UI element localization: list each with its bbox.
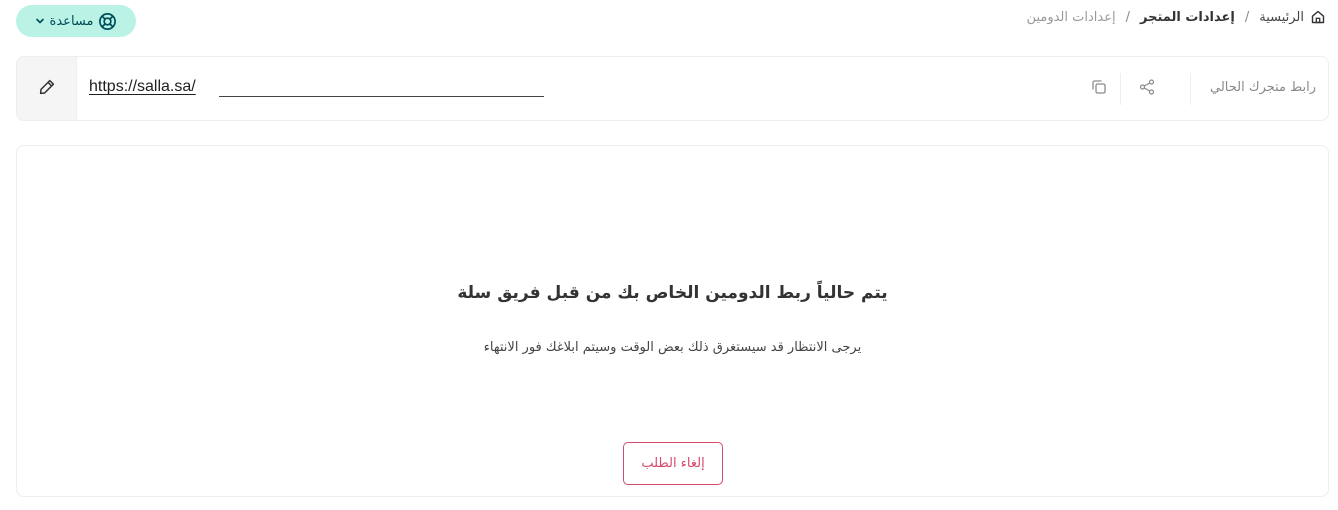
help-label: مساعدة — [49, 13, 94, 29]
chevron-down-icon — [35, 16, 45, 26]
store-url-link[interactable]: https://salla.sa/ — [89, 78, 196, 96]
help-button[interactable]: مساعدة — [16, 5, 136, 37]
breadcrumb-separator: / — [1125, 9, 1130, 25]
url-underline — [219, 96, 544, 97]
cancel-request-button[interactable]: إلغاء الطلب — [623, 442, 723, 485]
share-link-button[interactable] — [1136, 78, 1158, 100]
edit-link-button[interactable] — [17, 57, 77, 120]
lifebuoy-icon — [98, 12, 117, 31]
top-bar: الرئيسية / إعدادات المتجر / إعدادات الدو… — [0, 0, 1338, 40]
divider — [1190, 73, 1191, 105]
store-link-label: رابط متجرك الحالي — [1210, 80, 1316, 95]
home-icon[interactable] — [1310, 9, 1326, 25]
breadcrumb: الرئيسية / إعدادات المتجر / إعدادات الدو… — [1027, 9, 1326, 25]
breadcrumb-current: إعدادات الدومين — [1026, 9, 1116, 25]
copy-icon — [1090, 78, 1108, 100]
status-heading: يتم حالياً ربط الدومين الخاص بك من قبل ف… — [457, 283, 888, 303]
edit-icon — [37, 77, 57, 101]
share-icon — [1138, 78, 1156, 100]
status-message: يرجى الانتظار قد سيستغرق ذلك بعض الوقت و… — [483, 340, 862, 355]
breadcrumb-separator: / — [1244, 9, 1250, 25]
divider — [1120, 73, 1121, 105]
breadcrumb-store-settings[interactable]: إعدادات المتجر — [1140, 10, 1235, 25]
domain-status-panel: يتم حالياً ربط الدومين الخاص بك من قبل ف… — [16, 145, 1329, 497]
copy-link-button[interactable] — [1088, 78, 1110, 100]
breadcrumb-home[interactable]: الرئيسية — [1259, 10, 1304, 25]
store-link-card: https://salla.sa/ رابط متجرك الحالي — [16, 56, 1329, 121]
